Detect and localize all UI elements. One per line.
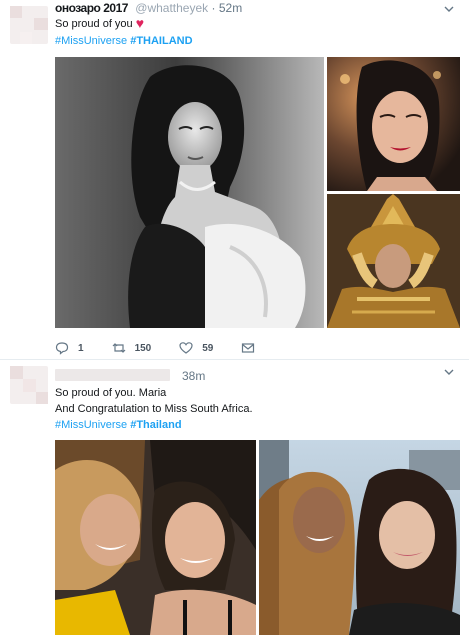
like-button[interactable]: 59 <box>179 341 213 355</box>
tweet-actions: 1 150 59 <box>55 340 283 356</box>
chevron-down-icon[interactable] <box>444 4 454 14</box>
heart-emoji-icon: ♥ <box>135 15 145 31</box>
hashtag-link[interactable]: #THAILAND <box>130 35 192 47</box>
envelope-icon <box>241 341 255 355</box>
display-name[interactable] <box>55 369 170 381</box>
golden-headdress-portrait-image <box>327 194 460 328</box>
separator: · <box>211 1 219 15</box>
bw-portrait-image <box>55 57 324 328</box>
tweet-photo-top-right[interactable] <box>327 57 460 191</box>
red-lipstick-portrait-image <box>327 57 460 191</box>
display-name[interactable]: онозаро 2017 <box>55 1 128 15</box>
tweet-2[interactable]: 38m So proud of you. Maria And Congratul… <box>0 361 469 635</box>
reply-button[interactable]: 1 <box>55 341 84 355</box>
tweet-header: 38m <box>182 369 242 383</box>
tweet-photo-left[interactable] <box>55 440 256 635</box>
tweet-1[interactable]: онозаро 2017 @whattheyek · 52m So proud … <box>0 0 469 360</box>
tweet-text-line: So proud of you. Maria <box>55 387 167 399</box>
tweet-photo-bottom-right[interactable] <box>327 194 460 328</box>
retweet-icon <box>112 341 126 355</box>
chevron-down-icon[interactable] <box>444 367 454 377</box>
retweet-button[interactable]: 150 <box>112 341 152 355</box>
tweet-photo-right[interactable] <box>259 440 460 635</box>
retweet-count: 150 <box>134 342 152 354</box>
reply-count: 1 <box>78 342 84 354</box>
selfie-lying-image <box>55 440 256 635</box>
like-count: 59 <box>202 342 214 354</box>
timestamp[interactable]: 38m <box>182 369 205 383</box>
tweet-text: So proud of you ♥ <box>55 15 145 32</box>
hashtag-link[interactable]: #MissUniverse <box>55 419 127 431</box>
avatar[interactable] <box>10 366 48 404</box>
tweet-text-line: So proud of you <box>55 18 133 30</box>
heart-icon <box>179 341 193 355</box>
tweet-header: онозаро 2017 @whattheyek · 52m <box>55 1 415 15</box>
reply-icon <box>55 341 69 355</box>
hashtags: #MissUniverse #Thailand <box>55 418 182 433</box>
hashtags: #MissUniverse #THAILAND <box>55 34 193 49</box>
direct-message-button[interactable] <box>241 341 255 355</box>
tweet-text-line: And Congratulation to Miss South Africa. <box>55 403 253 415</box>
hashtag-link[interactable]: #Thailand <box>130 419 181 431</box>
avatar[interactable] <box>10 6 48 44</box>
tweet-photo-main[interactable] <box>55 57 324 328</box>
outdoor-selfie-image <box>259 440 460 635</box>
hashtag-link[interactable]: #MissUniverse <box>55 35 127 47</box>
timestamp[interactable]: 52m <box>219 1 242 15</box>
user-handle[interactable]: @whattheyek <box>135 1 208 15</box>
